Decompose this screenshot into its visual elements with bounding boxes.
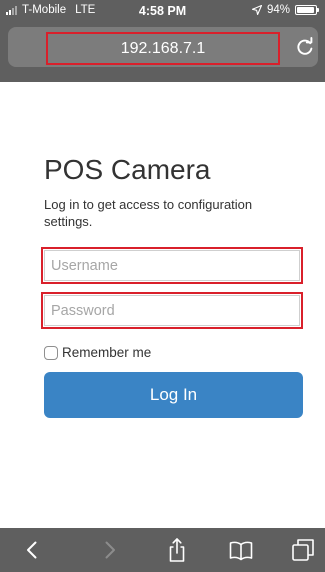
battery-percent: 94%	[266, 4, 290, 16]
tabs-icon[interactable]	[290, 537, 316, 563]
remember-me-label: Remember me	[62, 345, 152, 360]
forward-icon[interactable]	[96, 537, 122, 563]
status-bar: T-Mobile LTE 4:58 PM 94%	[0, 0, 325, 22]
back-icon[interactable]	[20, 537, 46, 563]
browser-toolbar	[0, 528, 325, 572]
page-subtitle: Log in to get access to configuration se…	[44, 197, 253, 229]
password-highlight	[41, 292, 303, 329]
reload-icon[interactable]	[294, 36, 316, 58]
username-highlight	[41, 247, 303, 284]
remember-me-checkbox[interactable]	[44, 345, 58, 360]
battery-icon	[295, 5, 319, 15]
bookmarks-icon[interactable]	[228, 537, 254, 563]
url-text[interactable]: 192.168.7.1	[46, 32, 280, 65]
remember-me-row[interactable]: Remember me	[44, 345, 151, 360]
username-input[interactable]	[44, 250, 300, 281]
login-button[interactable]: Log In	[44, 372, 303, 418]
password-input[interactable]	[44, 295, 300, 326]
page-title: POS Camera	[44, 154, 211, 185]
share-icon[interactable]	[164, 537, 190, 563]
status-right: 94%	[251, 4, 319, 16]
location-arrow-icon	[251, 5, 262, 15]
web-page: POS Camera Log in to get access to confi…	[0, 82, 325, 528]
battery-fill	[297, 7, 314, 13]
